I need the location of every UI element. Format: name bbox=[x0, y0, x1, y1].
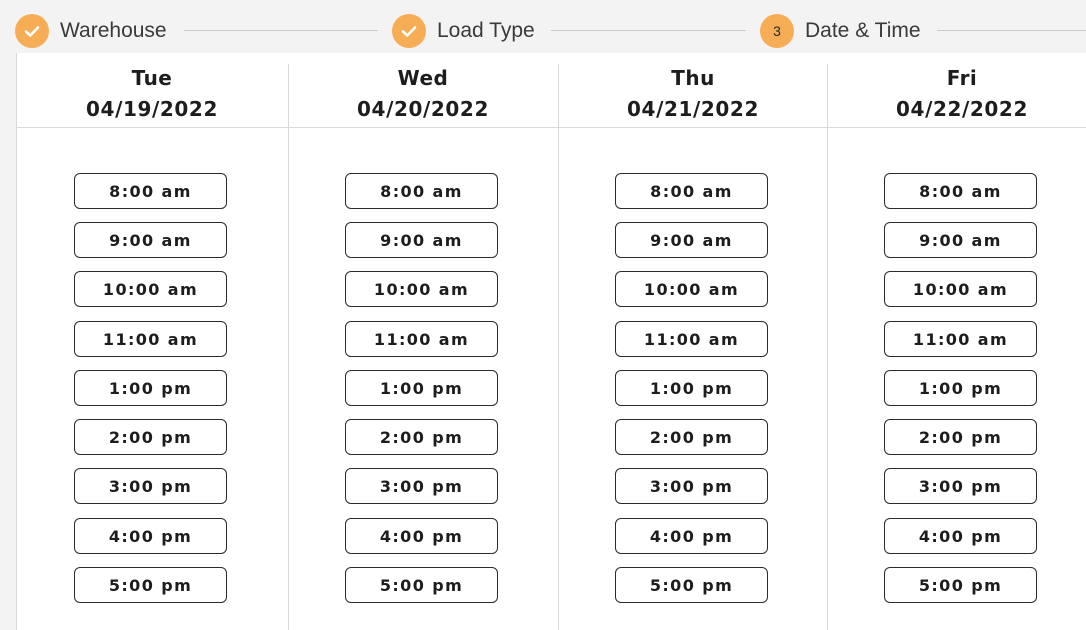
time-slot-button[interactable]: 9:00 am bbox=[884, 222, 1037, 258]
time-slot-button[interactable]: 1:00 pm bbox=[345, 370, 498, 406]
time-slot-button[interactable]: 2:00 pm bbox=[615, 419, 768, 455]
time-slot-button[interactable]: 1:00 pm bbox=[884, 370, 1037, 406]
time-slot-button[interactable]: 11:00 am bbox=[74, 321, 227, 357]
step-load-type[interactable]: Load Type bbox=[392, 13, 535, 49]
time-slot-button[interactable]: 5:00 pm bbox=[345, 567, 498, 603]
day-column: Tue 04/19/2022 8:00 am 9:00 am 10:00 am 11:00… bbox=[17, 64, 287, 630]
time-slot-button[interactable]: 4:00 pm bbox=[884, 518, 1037, 554]
time-slot-button[interactable]: 10:00 am bbox=[615, 271, 768, 307]
time-slot-button[interactable]: 3:00 pm bbox=[74, 468, 227, 504]
step-label: Date & Time bbox=[805, 19, 921, 42]
time-slot-button[interactable]: 5:00 pm bbox=[615, 567, 768, 603]
day-date: 04/22/2022 bbox=[896, 97, 1028, 121]
day-date: 04/19/2022 bbox=[86, 97, 218, 121]
time-slot-button[interactable]: 10:00 am bbox=[345, 271, 498, 307]
time-slot-button[interactable]: 3:00 pm bbox=[615, 468, 768, 504]
time-slot-button[interactable]: 3:00 pm bbox=[884, 468, 1037, 504]
step-number-badge: 3 bbox=[760, 14, 794, 48]
time-slot-button[interactable]: 2:00 pm bbox=[345, 419, 498, 455]
day-name: Fri bbox=[946, 66, 978, 90]
step-label: Load Type bbox=[437, 19, 535, 42]
step-label: Warehouse bbox=[60, 19, 167, 42]
time-slot-button[interactable]: 4:00 pm bbox=[615, 518, 768, 554]
check-icon bbox=[15, 14, 49, 48]
day-column: Thu 04/21/2022 8:00 am 9:00 am 10:00 am 11:00… bbox=[558, 64, 828, 630]
day-column: Fri 04/22/2022 8:00 am 9:00 am 10:00 am 11:00… bbox=[827, 64, 1086, 630]
day-column: Wed 04/20/2022 8:00 am 9:00 am 10:00 am 11:00… bbox=[288, 64, 558, 630]
day-name: Tue bbox=[131, 66, 173, 90]
time-slot-button[interactable]: 2:00 pm bbox=[884, 419, 1037, 455]
step-warehouse[interactable]: Warehouse bbox=[15, 13, 167, 49]
time-slot-button[interactable]: 8:00 am bbox=[884, 173, 1037, 209]
time-slot-button[interactable]: 3:00 pm bbox=[345, 468, 498, 504]
time-slot-button[interactable]: 5:00 pm bbox=[74, 567, 227, 603]
time-slot-button[interactable]: 1:00 pm bbox=[615, 370, 768, 406]
time-slot-button[interactable]: 9:00 am bbox=[615, 222, 768, 258]
time-slot-button[interactable]: 2:00 pm bbox=[74, 419, 227, 455]
day-header: Wed 04/20/2022 bbox=[288, 64, 558, 127]
day-date: 04/21/2022 bbox=[627, 97, 759, 121]
time-slot-button[interactable]: 5:00 pm bbox=[884, 567, 1037, 603]
time-slot-button[interactable]: 4:00 pm bbox=[345, 518, 498, 554]
day-name: Wed bbox=[397, 66, 449, 90]
step-connector bbox=[551, 30, 746, 31]
step-date-time[interactable]: 3 Date & Time bbox=[760, 13, 921, 49]
time-slot-button[interactable]: 1:00 pm bbox=[74, 370, 227, 406]
time-slot-button[interactable]: 11:00 am bbox=[615, 321, 768, 357]
time-slot-button[interactable]: 10:00 am bbox=[884, 271, 1037, 307]
time-slot-button[interactable]: 11:00 am bbox=[345, 321, 498, 357]
day-header: Thu 04/21/2022 bbox=[558, 64, 828, 127]
check-icon bbox=[392, 14, 426, 48]
time-slot-button[interactable]: 9:00 am bbox=[74, 222, 227, 258]
day-date: 04/20/2022 bbox=[357, 97, 489, 121]
time-slot-button[interactable]: 4:00 pm bbox=[74, 518, 227, 554]
time-slot-button[interactable]: 9:00 am bbox=[345, 222, 498, 258]
time-slot-button[interactable]: 8:00 am bbox=[345, 173, 498, 209]
step-connector bbox=[184, 30, 378, 31]
time-slot-button[interactable]: 8:00 am bbox=[615, 173, 768, 209]
time-slot-button[interactable]: 11:00 am bbox=[884, 321, 1037, 357]
time-slot-button[interactable]: 10:00 am bbox=[74, 271, 227, 307]
day-header: Fri 04/22/2022 bbox=[827, 64, 1086, 127]
day-name: Thu bbox=[671, 66, 715, 90]
date-time-picker: Tue 04/19/2022 8:00 am 9:00 am 10:00 am 11:00… bbox=[16, 53, 1086, 630]
day-header: Tue 04/19/2022 bbox=[17, 64, 287, 127]
step-connector bbox=[937, 30, 1086, 31]
time-slot-button[interactable]: 8:00 am bbox=[74, 173, 227, 209]
